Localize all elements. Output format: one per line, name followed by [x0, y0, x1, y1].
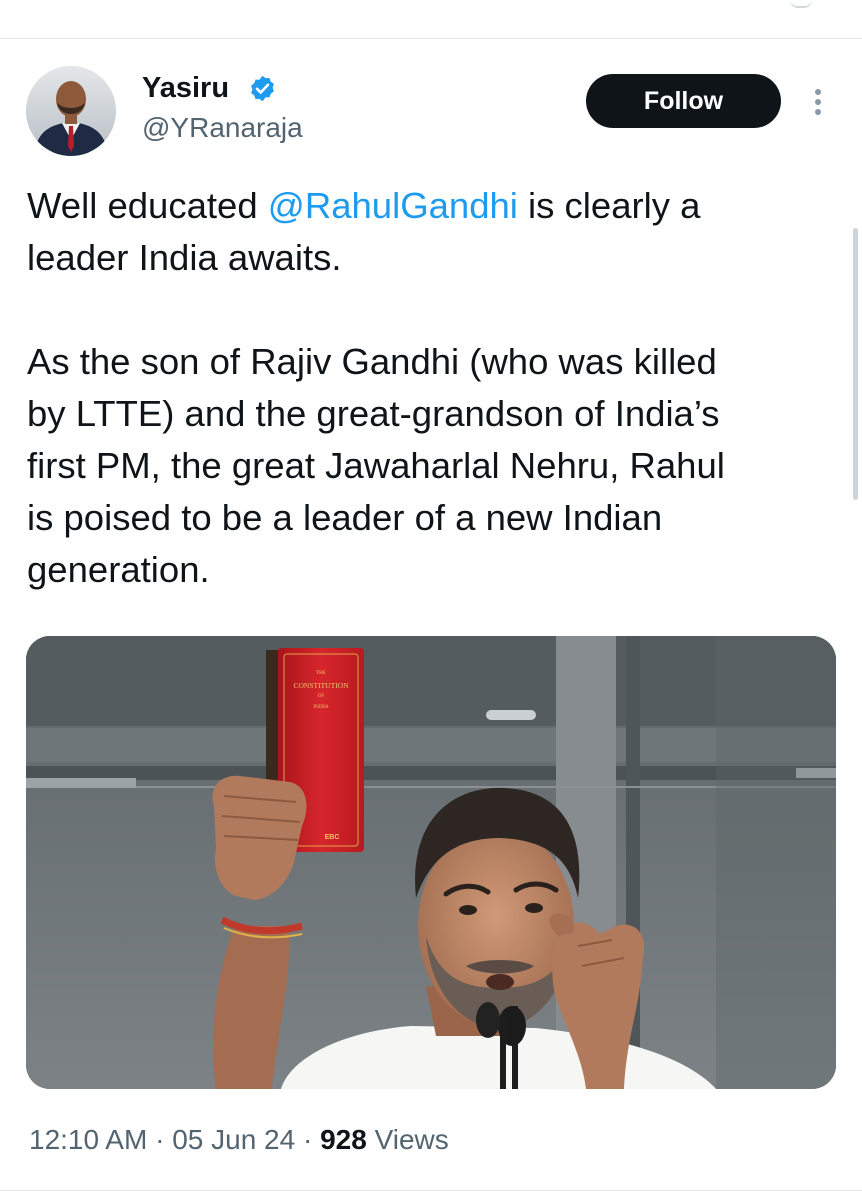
scrollbar-thumb[interactable]: [853, 228, 858, 500]
verified-badge-icon: [251, 75, 274, 102]
book-title-line2: OF: [318, 694, 325, 699]
more-vertical-icon[interactable]: [808, 84, 828, 120]
views-label[interactable]: Views: [367, 1124, 449, 1155]
tweet-text-body: is clearly a leader India awaits. As the…: [27, 185, 725, 590]
avatar[interactable]: [26, 66, 116, 156]
top-edge-mark: [790, 0, 812, 8]
photo-illustration: THE CONSTITUTION OF INDIA EBC: [26, 636, 836, 1089]
book-publisher-mark: EBC: [325, 834, 340, 841]
tweet-text: Well educated @RahulGandhi is clearly a …: [27, 180, 827, 596]
profile-photo-icon: [26, 66, 116, 156]
views-count[interactable]: 928: [320, 1124, 367, 1155]
author-handle[interactable]: @YRanaraja: [142, 108, 303, 148]
top-divider: [0, 38, 862, 39]
tweet-meta: 12:10 AM · 05 Jun 24 · 928 Views: [29, 1118, 449, 1162]
tweet-date[interactable]: 05 Jun 24: [172, 1124, 295, 1155]
author-name[interactable]: Yasiru: [142, 68, 229, 108]
tweet-photo[interactable]: THE CONSTITUTION OF INDIA EBC: [26, 636, 836, 1089]
meta-separator: ·: [147, 1124, 173, 1155]
tweet-detail-view: Yasiru @YRanaraja Follow Well educated @…: [0, 0, 862, 1200]
meta-separator: ·: [295, 1124, 321, 1155]
tweet-time[interactable]: 12:10 AM: [29, 1124, 147, 1155]
svg-text:THE: THE: [316, 671, 326, 676]
mention-link[interactable]: @RahulGandhi: [268, 185, 518, 226]
book-title-line1: CONSTITUTION: [294, 681, 350, 690]
bottom-divider: [0, 1190, 862, 1191]
follow-button[interactable]: Follow: [586, 74, 781, 128]
book-title-line3: INDIA: [313, 704, 329, 710]
tweet-text-intro: Well educated: [27, 185, 268, 226]
